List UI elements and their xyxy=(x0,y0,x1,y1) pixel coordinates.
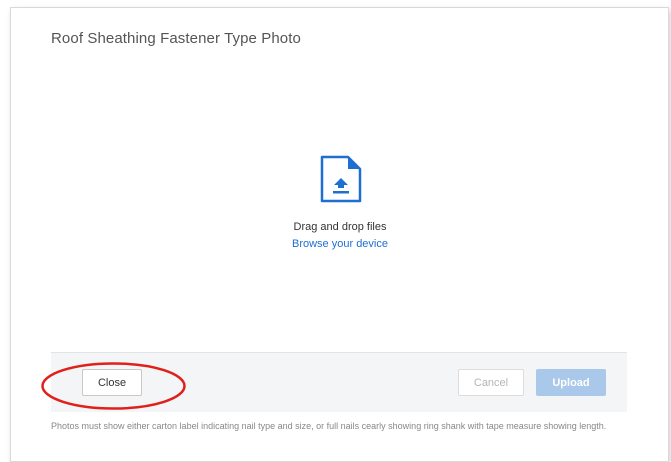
cancel-button[interactable]: Cancel xyxy=(458,369,524,396)
drag-drop-text: Drag and drop files xyxy=(293,221,387,233)
browse-device-link[interactable]: Browse your device xyxy=(250,238,430,250)
upload-button[interactable]: Upload xyxy=(536,369,606,396)
dialog-title: Roof Sheathing Fastener Type Photo xyxy=(51,30,301,47)
file-upload-icon xyxy=(320,155,362,203)
photo-requirements-note: Photos must show either carton label ind… xyxy=(51,421,607,431)
close-button[interactable]: Close xyxy=(82,369,142,396)
